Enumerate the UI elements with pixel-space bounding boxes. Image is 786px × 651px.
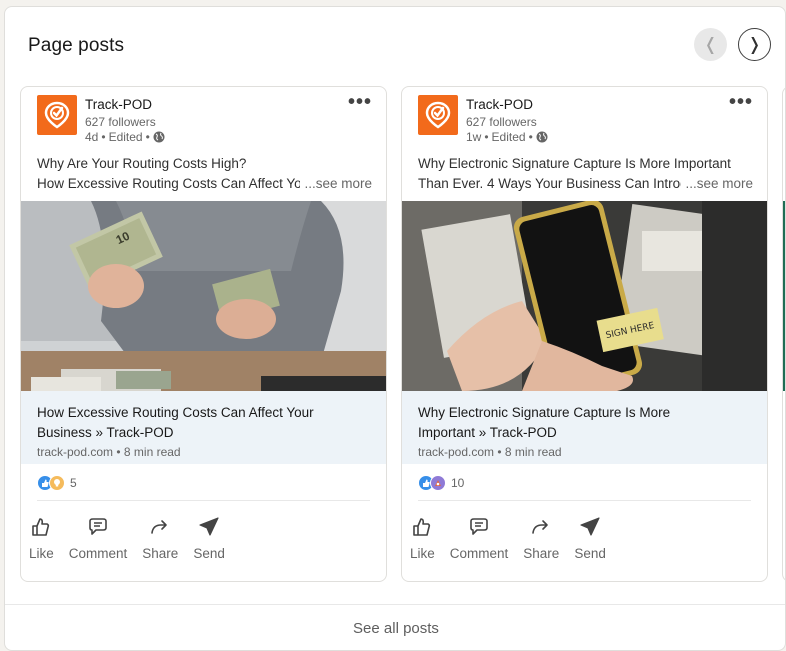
comment-button[interactable]: Comment [68, 515, 128, 561]
reaction-count: 10 [451, 476, 465, 490]
comment-icon [89, 518, 107, 535]
reaction-count: 5 [70, 476, 77, 490]
carousel-next-button[interactable]: ❭ [738, 28, 771, 61]
post-card-partial[interactable] [782, 86, 785, 582]
send-label: Send [574, 546, 606, 561]
post-time: 4d [85, 130, 99, 144]
ellipsis-icon: ••• [728, 91, 753, 113]
divider [37, 500, 370, 501]
link-title[interactable]: Why Electronic Signature Capture Is More… [418, 403, 718, 443]
comment-label: Comment [449, 546, 509, 561]
post-text: Why Electronic Signature Capture Is More… [418, 154, 753, 194]
signature-phone-photo: SIGN HERE [402, 201, 767, 391]
author-name[interactable]: Track-POD [466, 97, 533, 112]
post-meta: 4d • Edited • [85, 130, 165, 144]
post-image[interactable]: SIGN HERE [402, 201, 767, 391]
send-label: Send [193, 546, 225, 561]
more-options-button[interactable]: ••• [348, 91, 372, 114]
edited-label: Edited [108, 130, 143, 144]
share-label: Share [142, 546, 179, 561]
social-actions: Like Comment Share Send [410, 515, 621, 561]
posts-carousel: Track-POD 627 followers 4d • Edited • ••… [20, 86, 785, 582]
post-card: Track-POD 627 followers 1w • Edited • ••… [401, 86, 768, 582]
like-label: Like [410, 546, 435, 561]
chevron-left-icon: ❬ [703, 34, 718, 55]
edited-label: Edited [491, 130, 526, 144]
comment-icon [470, 518, 488, 535]
reactions-summary[interactable]: 5 [37, 475, 77, 491]
share-button[interactable]: Share [142, 515, 178, 561]
author-name[interactable]: Track-POD [85, 97, 152, 112]
share-arrow-icon [151, 520, 168, 534]
post-card: Track-POD 627 followers 4d • Edited • ••… [20, 86, 387, 582]
send-button[interactable]: Send [193, 515, 225, 561]
post-text-line: Than Ever. 4 Ways Your Business Can Intr… [418, 176, 682, 191]
divider [418, 500, 751, 501]
thumbs-up-icon [32, 518, 50, 536]
share-label: Share [523, 546, 560, 561]
link-source: track-pod.com • 8 min read [418, 445, 562, 459]
insightful-reaction-icon [49, 475, 65, 491]
post-text-line: Why Electronic Signature Capture Is More… [418, 156, 731, 171]
share-arrow-icon [532, 520, 549, 534]
comment-button[interactable]: Comment [449, 515, 509, 561]
share-button[interactable]: Share [523, 515, 559, 561]
link-source: track-pod.com • 8 min read [37, 445, 181, 459]
link-preview[interactable]: Why Electronic Signature Capture Is More… [402, 391, 767, 464]
company-logo[interactable] [37, 95, 77, 135]
follower-count: 627 followers [466, 115, 537, 129]
post-image[interactable]: 10 [21, 201, 386, 391]
panel-title: Page posts [28, 35, 125, 56]
post-text-line: Why Are Your Routing Costs High? [37, 156, 247, 171]
follower-count: 627 followers [85, 115, 156, 129]
see-all-posts-button[interactable]: See all posts [5, 604, 785, 650]
like-button[interactable]: Like [29, 515, 54, 561]
post-text-line: How Excessive Routing Costs Can Affect Y… [37, 176, 301, 191]
see-all-label: See all posts [353, 620, 439, 637]
track-pod-logo-icon [44, 101, 70, 129]
company-logo[interactable] [418, 95, 458, 135]
globe-icon [153, 131, 165, 143]
send-button[interactable]: Send [574, 515, 606, 561]
reactions-summary[interactable]: 10 [418, 475, 464, 491]
more-options-button[interactable]: ••• [729, 91, 753, 114]
ellipsis-icon: ••• [347, 91, 372, 113]
carousel-prev-button[interactable]: ❬ [694, 28, 727, 61]
post-meta: 1w • Edited • [466, 130, 548, 144]
social-actions: Like Comment Share Send [29, 515, 240, 561]
money-photo: 10 [21, 201, 386, 391]
track-pod-logo-icon [425, 101, 451, 129]
page-posts-panel: Page posts ❬ ❭ Track-POD 627 followers 4… [4, 6, 786, 651]
see-more-link[interactable]: ...see more [681, 174, 753, 194]
post-time: 1w [466, 130, 482, 144]
send-icon [199, 517, 219, 536]
like-button[interactable]: Like [410, 515, 435, 561]
link-title[interactable]: How Excessive Routing Costs Can Affect Y… [37, 403, 337, 443]
chevron-right-icon: ❭ [747, 34, 762, 55]
like-label: Like [29, 546, 54, 561]
globe-icon [536, 131, 548, 143]
send-icon [580, 517, 600, 536]
see-more-link[interactable]: ...see more [300, 174, 372, 194]
celebrate-reaction-icon [430, 475, 446, 491]
comment-label: Comment [68, 546, 128, 561]
link-preview[interactable]: How Excessive Routing Costs Can Affect Y… [21, 391, 386, 464]
thumbs-up-icon [413, 518, 431, 536]
post-text: Why Are Your Routing Costs High? How Exc… [37, 154, 372, 194]
